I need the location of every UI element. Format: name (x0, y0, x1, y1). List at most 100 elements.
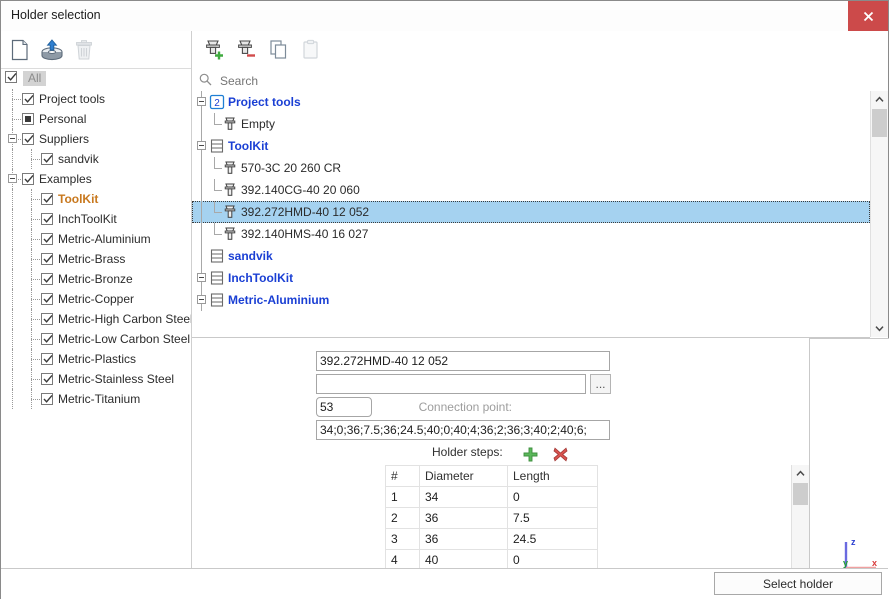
filter-tree-item[interactable]: Personal (1, 109, 191, 129)
new-document-button[interactable] (5, 35, 35, 65)
filter-tree-item[interactable]: Project tools (1, 89, 191, 109)
delete-library-button[interactable] (69, 35, 99, 65)
disk-upload-icon (41, 39, 63, 61)
holder-tree-item[interactable]: 570-3C 20 260 CR (192, 157, 870, 179)
filter-tree-item-label: Metric-Brass (58, 252, 126, 266)
holder-tree-item[interactable]: 392.140CG-40 20 060 (192, 179, 870, 201)
filter-tree-item[interactable]: Metric-Titanium (1, 389, 191, 409)
tree-expander[interactable] (197, 295, 206, 304)
tree-expander[interactable] (197, 273, 206, 282)
holder-tree-item[interactable]: ToolKit (192, 135, 870, 157)
add-step-button[interactable] (520, 444, 540, 464)
select-holder-button[interactable]: Select holder (714, 572, 882, 595)
tree-guide (12, 309, 13, 329)
holder-tree-item[interactable]: Metric-Aluminium (192, 289, 870, 311)
filter-tree-item[interactable]: Metric-High Carbon Steel (1, 309, 191, 329)
filter-checkbox[interactable] (41, 213, 53, 225)
tree-guide (12, 189, 13, 209)
holder-tree-item[interactable]: 2 Project tools (192, 91, 870, 113)
remove-step-button[interactable] (550, 444, 570, 464)
filter-tree-item[interactable]: InchToolKit (1, 209, 191, 229)
table-row[interactable]: 1 34 0 (385, 486, 598, 508)
filter-checkbox[interactable] (41, 333, 53, 345)
import-from-disk-button[interactable] (37, 35, 67, 65)
filter-checkbox[interactable] (22, 93, 34, 105)
table-row[interactable]: 2 36 7.5 (385, 507, 598, 529)
search-input[interactable] (218, 71, 522, 90)
tree-expander[interactable] (8, 174, 17, 183)
connection-point-input[interactable] (316, 397, 372, 417)
table-cell[interactable]: 1 (385, 486, 420, 508)
filter-all-row[interactable]: All (1, 68, 191, 88)
filter-checkbox[interactable] (41, 293, 53, 305)
filter-tree-item[interactable]: Suppliers (1, 129, 191, 149)
scroll-up-button[interactable] (871, 91, 888, 108)
table-cell[interactable]: 34 (419, 486, 508, 508)
check-icon (43, 154, 53, 163)
filter-checkbox[interactable] (41, 353, 53, 365)
filter-tree-item[interactable]: Metric-Copper (1, 289, 191, 309)
paste-holder-button[interactable] (296, 35, 326, 65)
scroll-thumb[interactable] (872, 109, 887, 137)
add-holder-button[interactable] (198, 35, 228, 65)
check-icon (43, 194, 53, 203)
cad-model-file-input[interactable] (316, 374, 586, 394)
holder-tree-item[interactable]: Empty (192, 113, 870, 135)
table-cell[interactable]: 7.5 (507, 507, 598, 529)
filter-checkbox[interactable] (22, 113, 34, 125)
table-cell[interactable]: 3 (385, 528, 420, 550)
filter-checkbox[interactable] (41, 253, 53, 265)
holder-tree-item[interactable]: InchToolKit (192, 267, 870, 289)
remove-holder-button[interactable] (230, 35, 260, 65)
filter-tree-item[interactable]: ToolKit (1, 189, 191, 209)
holder-tree-item[interactable]: 392.140HMS-40 16 027 (192, 223, 870, 245)
tree-expander[interactable] (197, 97, 206, 106)
filter-tree-item[interactable]: Metric-Brass (1, 249, 191, 269)
copy-holder-button[interactable] (264, 35, 294, 65)
filter-checkbox[interactable] (41, 373, 53, 385)
table-scroll-thumb[interactable] (793, 483, 808, 505)
cad-browse-button[interactable]: ... (590, 374, 611, 394)
filter-checkbox[interactable] (41, 193, 53, 205)
tree-expander[interactable] (8, 134, 17, 143)
holder-3d-viewport[interactable]: z y x (810, 338, 889, 599)
filter-tree-item[interactable]: Metric-Bronze (1, 269, 191, 289)
holder-tree-item[interactable]: 392.272HMD-40 12 052 (192, 201, 870, 223)
close-button[interactable] (848, 1, 888, 31)
filter-checkbox[interactable] (41, 393, 53, 405)
filter-checkbox[interactable] (41, 153, 53, 165)
holder-minus-icon (238, 40, 255, 57)
table-scroll-up-button[interactable] (792, 465, 809, 482)
filter-tree-item[interactable]: sandvik (1, 149, 191, 169)
filter-all-label: All (23, 71, 47, 86)
filter-checkbox[interactable] (22, 173, 34, 185)
scroll-down-button[interactable] (871, 320, 888, 337)
tree-guide (31, 239, 40, 240)
table-cell[interactable]: 36 (419, 507, 508, 529)
filter-checkbox[interactable] (41, 313, 53, 325)
table-cell[interactable]: 24.5 (507, 528, 598, 550)
search-bar[interactable] (192, 68, 888, 92)
holder-tree[interactable]: 2 Project tools Empty ToolKit 570-3C 20 260 … (192, 91, 870, 338)
holder-tree-scrollbar[interactable] (870, 91, 888, 337)
filter-tree-item[interactable]: Metric-Stainless Steel (1, 369, 191, 389)
table-cell[interactable]: 0 (507, 486, 598, 508)
filter-tree-item[interactable]: Metric-Low Carbon Steel (1, 329, 191, 349)
tree-guide (31, 299, 40, 300)
table-cell[interactable]: 2 (385, 507, 420, 529)
filter-tree-item[interactable]: Examples (1, 169, 191, 189)
filter-tree[interactable]: Project tools Personal Suppliers sandvik Exa… (1, 89, 191, 597)
table-cell[interactable]: 36 (419, 528, 508, 550)
check-icon (24, 174, 34, 183)
filter-checkbox[interactable] (41, 273, 53, 285)
filter-tree-item[interactable]: Metric-Plastics (1, 349, 191, 369)
filter-checkbox[interactable] (22, 133, 34, 145)
holder-tree-item[interactable]: sandvik (192, 245, 870, 267)
tree-guide (12, 369, 13, 389)
filter-checkbox[interactable] (41, 233, 53, 245)
dimensions-input[interactable] (316, 420, 610, 440)
tree-expander[interactable] (197, 141, 206, 150)
name-input[interactable] (316, 351, 610, 371)
filter-tree-item[interactable]: Metric-Aluminium (1, 229, 191, 249)
table-row[interactable]: 3 36 24.5 (385, 528, 598, 550)
